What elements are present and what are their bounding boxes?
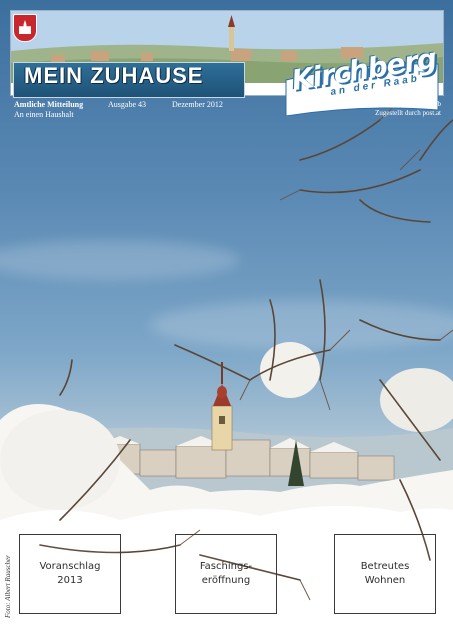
publication-type: Amtliche Mitteilung	[14, 100, 84, 109]
topic-label: Betreutes Wohnen	[360, 561, 410, 586]
topic-label: Voranschlag 2013	[39, 561, 101, 586]
delivery-note: Zugestellt durch post.at	[375, 109, 441, 117]
photo-credit: Foto: Albert Rauscher	[4, 555, 12, 618]
church-icon	[19, 20, 31, 34]
coat-of-arms	[13, 14, 37, 42]
municipality-info: Gemeinde Kirchberg an der Raab Zugestell…	[347, 100, 441, 118]
municipality-name: Gemeinde Kirchberg an der Raab	[347, 100, 441, 108]
issue-date: Dezember 2012	[172, 100, 223, 109]
topic-box-assisted-living[interactable]: Betreutes Wohnen	[334, 534, 436, 614]
topic-box-carnival[interactable]: Faschings- eröffnung	[175, 534, 277, 614]
topic-box-budget[interactable]: Voranschlag 2013	[19, 534, 121, 614]
church-tower	[211, 362, 233, 451]
topic-label: Faschings- eröffnung	[199, 561, 253, 586]
publication-info: Amtliche Mitteilung An einen Haushalt	[14, 100, 83, 120]
recipient-note: An einen Haushalt	[14, 110, 74, 119]
issue-number: Ausgabe 43	[108, 100, 146, 109]
magazine-title: MEIN ZUHAUSE	[24, 63, 204, 88]
